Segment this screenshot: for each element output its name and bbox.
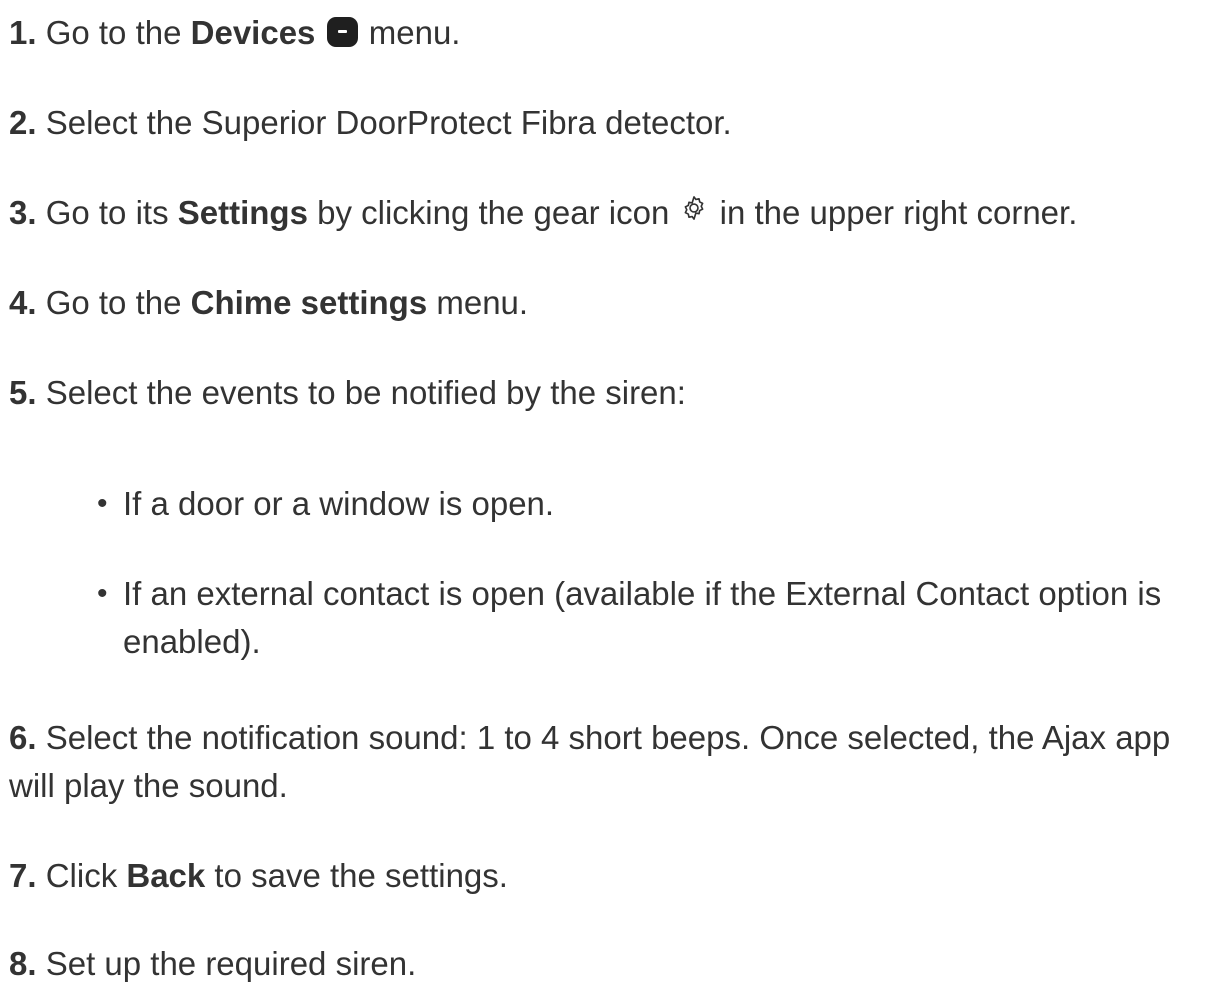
step-8: 8. Set up the required siren. xyxy=(9,945,417,982)
step-1: 1. Go to the Devices menu. xyxy=(9,14,461,51)
bullet-icon: • xyxy=(97,577,108,610)
devices-icon xyxy=(326,17,358,47)
step-3: 3. Go to its Settings by clicking the ge… xyxy=(9,194,1078,231)
step-7: 7. Click Back to save the settings. xyxy=(9,857,508,894)
settings-label: Settings xyxy=(177,194,308,231)
step-2: 2. Select the Superior DoorProtect Fibra… xyxy=(9,104,732,141)
bullet-icon: • xyxy=(97,487,108,520)
list-item: • If a door or a window is open. xyxy=(97,480,1209,528)
chime-settings-label: Chime settings xyxy=(190,284,428,321)
step-6: 6. Select the notification sound: 1 to 4… xyxy=(9,719,1171,804)
step-4: 4. Go to the Chime settings menu. xyxy=(9,284,529,321)
devices-menu-label: Devices xyxy=(190,14,316,51)
step-5: 5. Select the events to be notified by t… xyxy=(9,374,686,411)
gear-icon xyxy=(685,196,704,220)
list-item: • If an external contact is open (availa… xyxy=(97,570,1209,666)
back-label: Back xyxy=(126,857,206,894)
